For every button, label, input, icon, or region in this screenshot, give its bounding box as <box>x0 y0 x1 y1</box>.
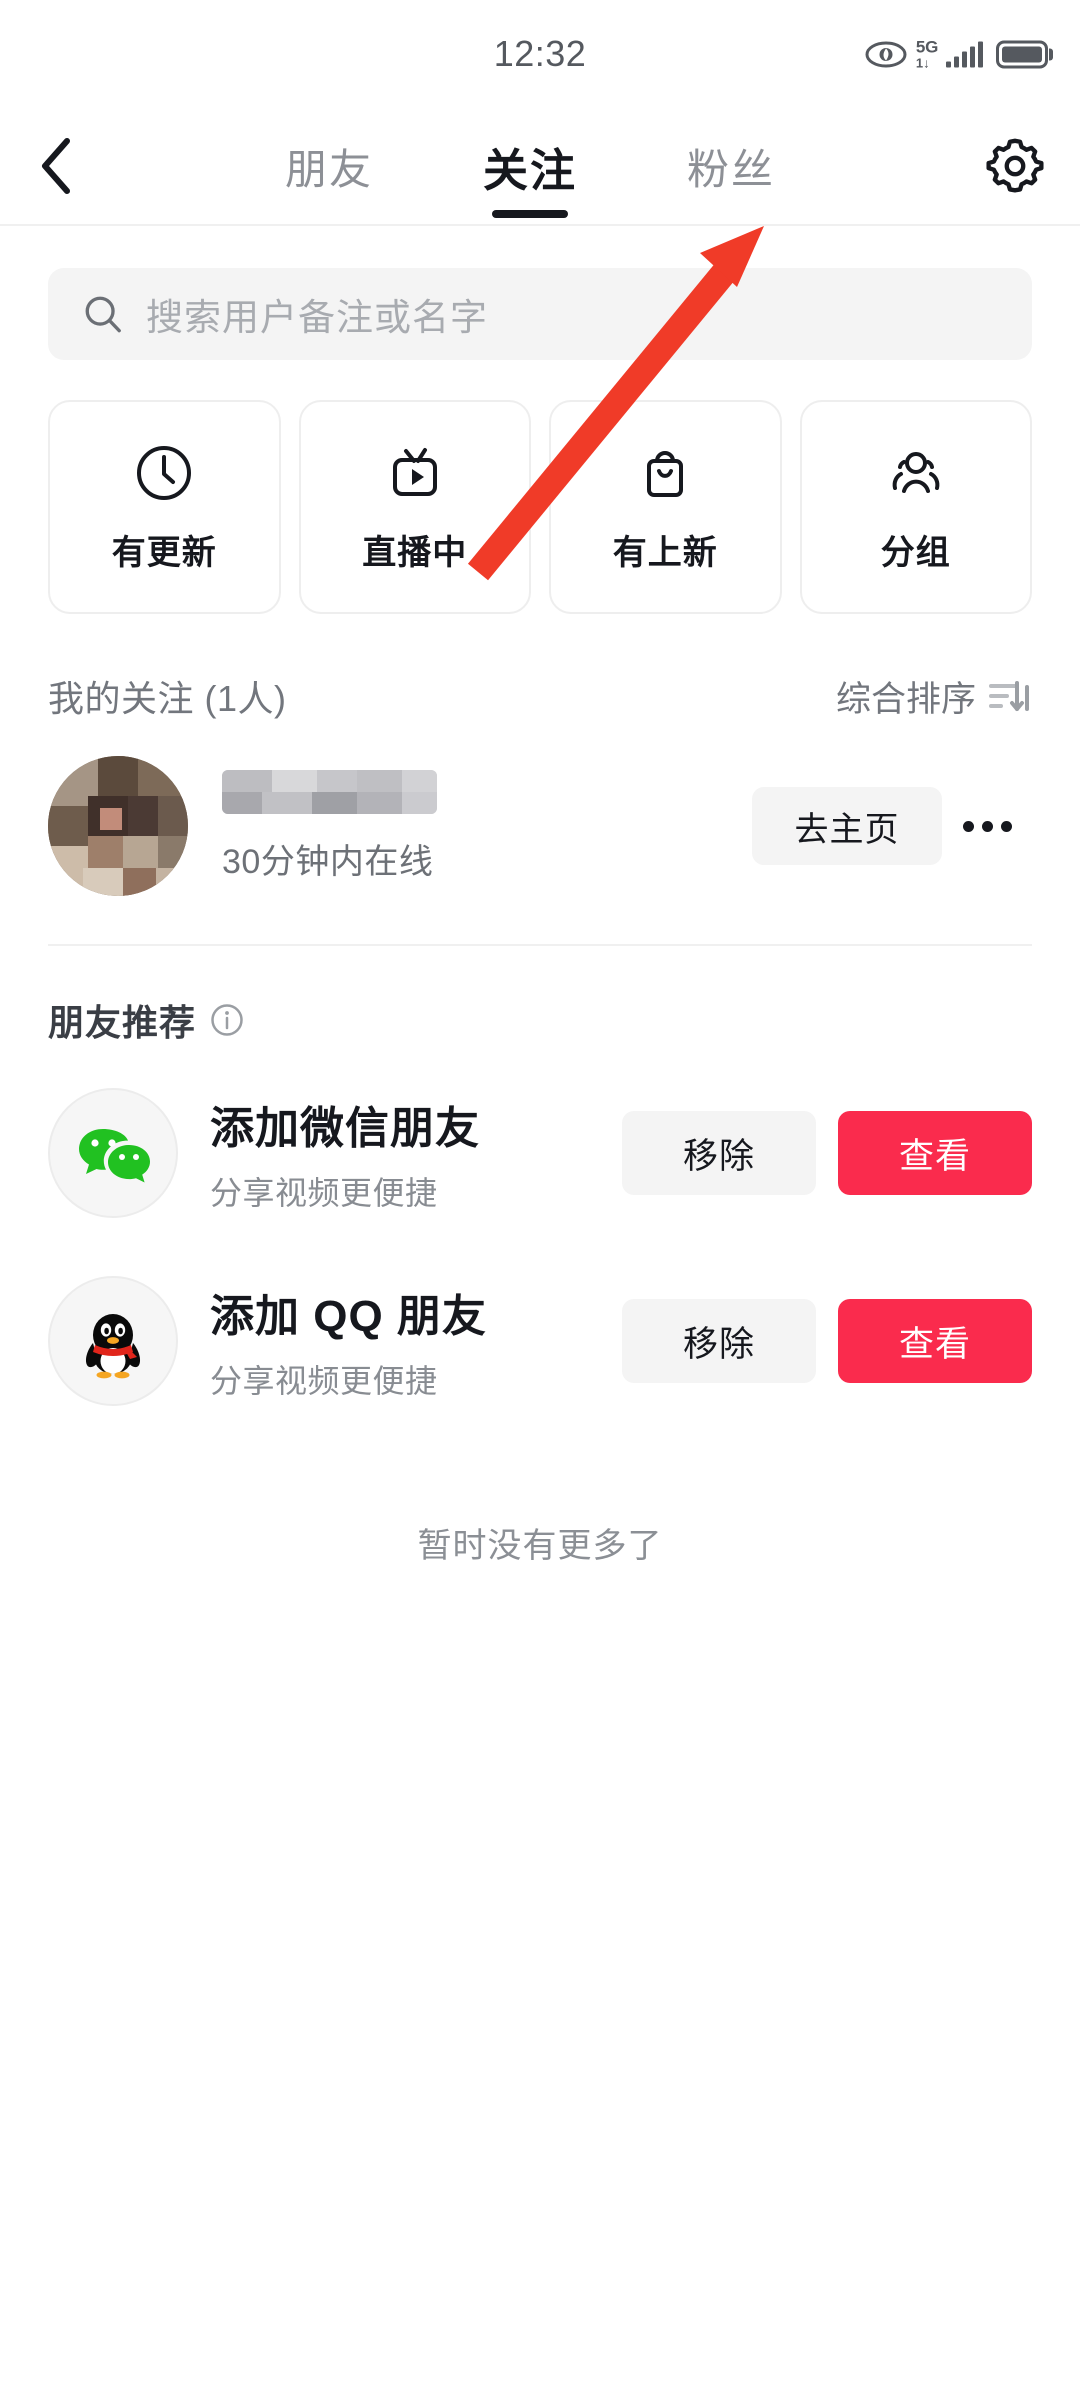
network-label: 5G <box>915 37 938 57</box>
back-button[interactable] <box>0 137 110 195</box>
tab-active-underline <box>491 210 568 218</box>
user-display-name <box>222 769 437 814</box>
following-user-info: 30分钟内在线 <box>222 769 752 883</box>
recommend-wechat-actions: 移除 查看 <box>622 1111 1032 1195</box>
network-sub-label: 1↓ <box>915 55 930 71</box>
quick-action-new-items[interactable]: 有上新 <box>549 400 782 614</box>
recommend-item-qq[interactable]: 添加 QQ 朋友 分享视频更便捷 移除 查看 <box>0 1218 1080 1406</box>
live-tv-icon <box>392 447 437 496</box>
tab-friends-label: 朋友 <box>284 145 373 193</box>
gear-icon <box>986 138 1044 193</box>
search-placeholder: 搜索用户备注或名字 <box>146 297 488 338</box>
recommend-qq-info: 添加 QQ 朋友 分享视频更便捷 <box>210 1280 622 1402</box>
quick-action-new-items-label: 有上新 <box>612 533 718 572</box>
sort-label: 综合排序 <box>835 679 976 719</box>
wechat-avatar <box>48 1088 178 1218</box>
view-button[interactable]: 查看 <box>838 1299 1032 1383</box>
tab-friends[interactable]: 朋友 <box>285 108 373 224</box>
quick-action-groups-label: 分组 <box>880 533 951 572</box>
tab-following-label: 关注 <box>482 144 577 196</box>
recommend-item-wechat[interactable]: 添加微信朋友 分享视频更便捷 移除 查看 <box>0 1046 1080 1218</box>
following-section-title: 我的关注 (1人) <box>48 678 287 719</box>
recommend-wechat-title: 添加微信朋友 <box>210 1104 480 1153</box>
recommend-wechat-info: 添加微信朋友 分享视频更便捷 <box>210 1092 622 1214</box>
status-bar: 12:32 5G 1↓ <box>0 0 1080 108</box>
quick-action-updates-label: 有更新 <box>111 533 217 572</box>
eye-icon <box>865 41 907 67</box>
network-type: 5G 1↓ <box>916 39 938 70</box>
following-list-item[interactable]: 30分钟内在线 去主页 <box>0 722 1080 896</box>
remove-button[interactable]: 移除 <box>622 1299 816 1383</box>
qq-avatar <box>48 1276 178 1406</box>
recommend-qq-actions: 移除 查看 <box>622 1299 1032 1383</box>
search-section: 搜索用户备注或名字 <box>0 226 1080 360</box>
sort-control[interactable]: 综合排序 <box>836 671 1032 722</box>
people-group-icon <box>892 451 940 493</box>
more-dots-icon[interactable] <box>942 820 1032 832</box>
view-button[interactable]: 查看 <box>838 1111 1032 1195</box>
remove-button[interactable]: 移除 <box>622 1111 816 1195</box>
search-input[interactable]: 搜索用户备注或名字 <box>48 268 1032 360</box>
status-time: 12:32 <box>493 33 587 74</box>
sort-icon <box>989 681 1029 711</box>
settings-button[interactable] <box>950 135 1080 197</box>
recommend-qq-subtitle: 分享视频更便捷 <box>210 1363 438 1399</box>
following-section-header: 我的关注 (1人) 综合排序 <box>0 614 1080 722</box>
recommend-section-header: 朋友推荐 <box>0 946 1080 1046</box>
quick-actions-row: 有更新 直播中 有上新 分组 <box>0 360 1080 614</box>
recommend-section-title: 朋友推荐 <box>48 1002 197 1043</box>
qq-penguin-icon <box>85 1314 141 1379</box>
info-circle-icon[interactable] <box>210 1003 244 1037</box>
quick-action-updates[interactable]: 有更新 <box>48 400 281 614</box>
recommend-wechat-subtitle: 分享视频更便捷 <box>210 1175 438 1211</box>
go-to-homepage-button[interactable]: 去主页 <box>752 787 942 865</box>
quick-action-live-label: 直播中 <box>362 533 468 572</box>
end-of-list-note: 暂时没有更多了 <box>417 1527 663 1565</box>
top-navigation-bar: 朋友 关注 粉丝 <box>0 108 1080 226</box>
signal-bars-icon <box>946 41 983 67</box>
avatar[interactable] <box>48 756 188 896</box>
tab-bar: 朋友 关注 粉丝 <box>110 108 950 224</box>
search-icon <box>85 296 121 333</box>
user-online-status: 30分钟内在线 <box>222 842 434 881</box>
recommend-qq-title: 添加 QQ 朋友 <box>210 1292 487 1341</box>
quick-action-live[interactable]: 直播中 <box>298 400 531 614</box>
quick-action-groups[interactable]: 分组 <box>799 400 1032 614</box>
shopping-bag-icon <box>647 450 684 497</box>
tab-fans-label: 粉丝 <box>687 145 776 193</box>
tab-following[interactable]: 关注 <box>483 108 577 224</box>
back-chevron-icon <box>42 138 70 194</box>
clock-icon <box>137 445 192 500</box>
wechat-icon <box>79 1129 150 1183</box>
status-indicators: 5G 1↓ <box>865 39 1048 70</box>
tab-fans[interactable]: 粉丝 <box>687 108 775 224</box>
battery-icon <box>996 40 1048 68</box>
